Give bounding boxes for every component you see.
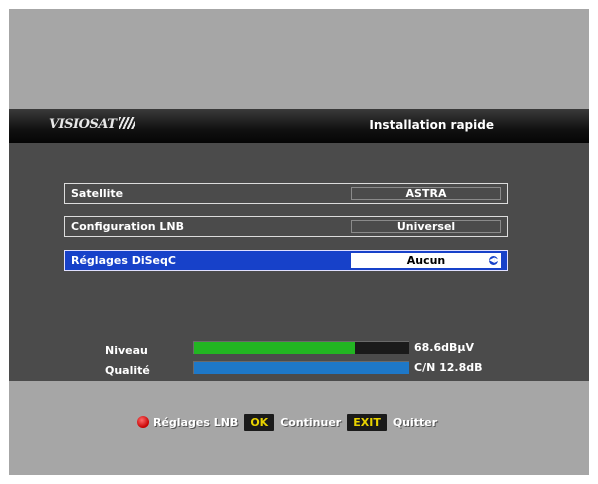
brand-text: VISIOSAT bbox=[49, 117, 117, 132]
row-diseqc-label: Réglages DiSeqC bbox=[71, 254, 176, 267]
ok-key-label: Continuer bbox=[280, 415, 342, 429]
red-key-label: Réglages LNB bbox=[153, 415, 239, 429]
row-diseqc-value[interactable]: Aucun ◀▶ bbox=[351, 253, 501, 268]
video-preview-area bbox=[9, 9, 589, 109]
red-button-icon bbox=[137, 416, 149, 428]
page-title: Installation rapide bbox=[369, 118, 494, 132]
level-value: 68.6dBµV bbox=[414, 341, 475, 354]
exit-key: EXIT bbox=[347, 413, 387, 431]
ok-key: OK bbox=[244, 413, 275, 431]
quality-bar-fill bbox=[194, 362, 409, 374]
left-right-arrows-icon[interactable]: ◀▶ bbox=[489, 256, 500, 265]
menu-header: VISIOSAT Installation rapide bbox=[9, 109, 589, 143]
level-label: Niveau bbox=[105, 344, 148, 357]
row-lnb-config[interactable]: Configuration LNB Universel bbox=[64, 216, 508, 237]
quality-bar bbox=[193, 361, 409, 374]
row-lnb-config-label: Configuration LNB bbox=[71, 220, 185, 233]
row-satellite[interactable]: Satellite ASTRA bbox=[64, 183, 508, 204]
row-satellite-value: ASTRA bbox=[351, 187, 501, 200]
level-bar-fill bbox=[194, 342, 356, 354]
level-bar bbox=[193, 341, 409, 354]
settings-panel: Satellite ASTRA Configuration LNB Univer… bbox=[9, 143, 589, 381]
row-lnb-config-value: Universel bbox=[351, 220, 501, 233]
quality-value: C/N 12.8dB bbox=[414, 361, 483, 374]
brand-logo: VISIOSAT bbox=[49, 117, 136, 132]
quality-label: Qualité bbox=[105, 364, 150, 377]
logo-stripes-icon bbox=[119, 117, 136, 129]
footer-help: Réglages LNB OK Continuer EXIT Quitter bbox=[9, 381, 589, 475]
row-satellite-label: Satellite bbox=[71, 187, 124, 200]
key-legend: Réglages LNB OK Continuer EXIT Quitter bbox=[137, 413, 443, 431]
row-diseqc[interactable]: Réglages DiSeqC Aucun ◀▶ bbox=[64, 250, 508, 271]
exit-key-label: Quitter bbox=[392, 415, 438, 429]
tv-screen: VISIOSAT Installation rapide Satellite A… bbox=[9, 9, 589, 475]
row-diseqc-value-text: Aucun bbox=[406, 254, 446, 267]
